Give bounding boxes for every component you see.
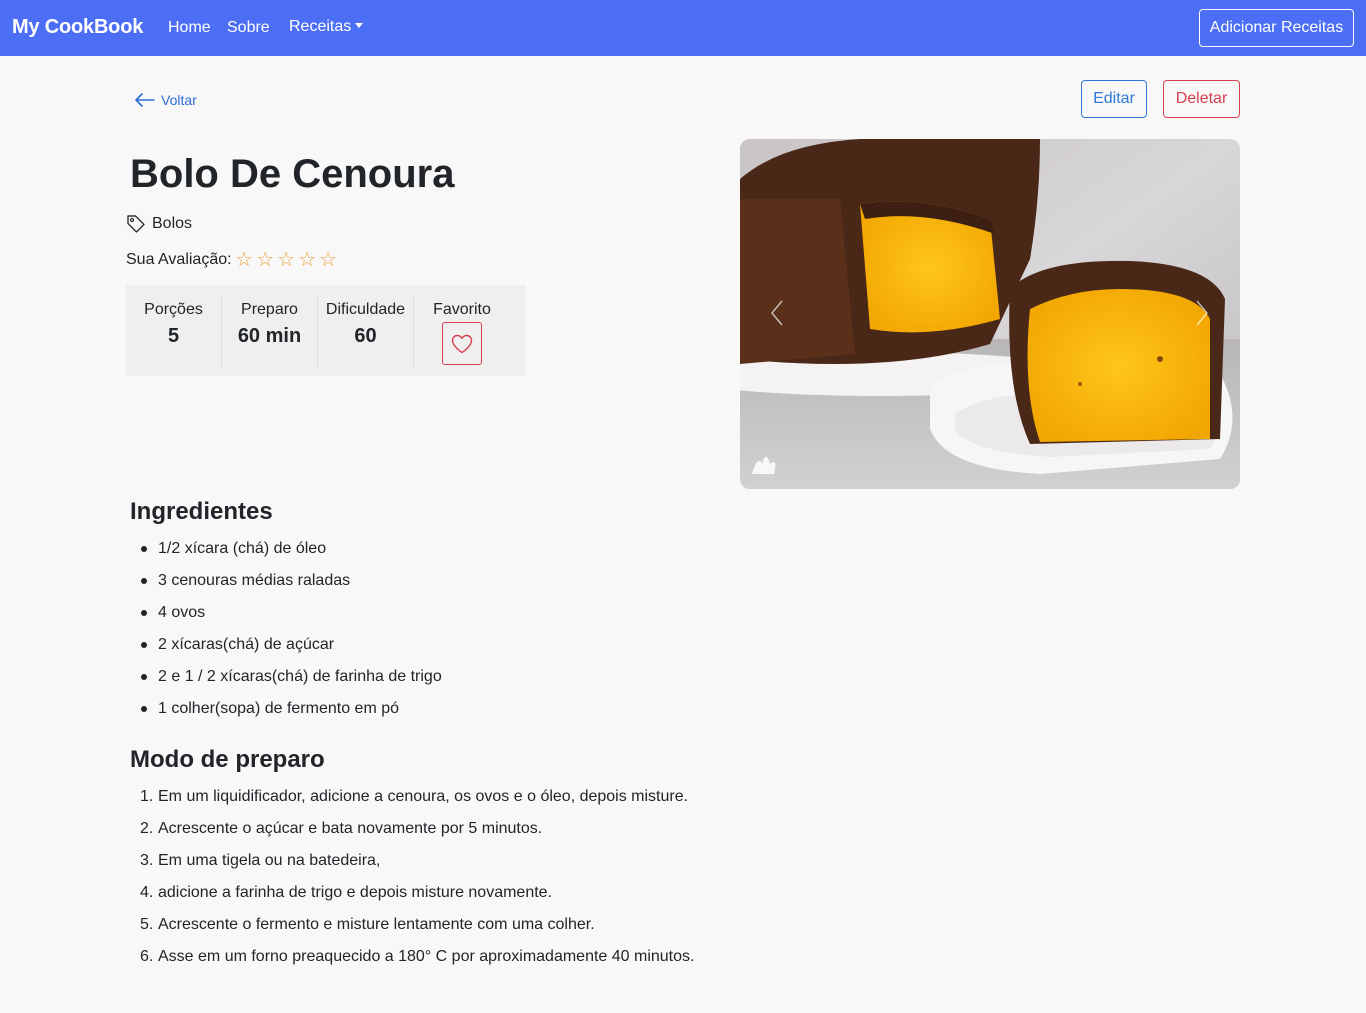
- stat-prep-time: Preparo 60 min: [222, 293, 318, 368]
- step-number: 3.: [140, 852, 154, 869]
- chevron-left-icon[interactable]: [770, 299, 784, 327]
- stat-favorite: Favorito: [414, 293, 510, 368]
- list-item: 4. adicione a farinha de trigo e depois m…: [140, 884, 694, 916]
- step-text: Acrescente o açúcar e bata novamente por…: [158, 820, 543, 837]
- step-number: 1.: [140, 788, 154, 805]
- nav-receitas-label: Receitas: [289, 18, 352, 35]
- stat-label: Favorito: [433, 301, 491, 318]
- favorite-button[interactable]: [442, 322, 482, 365]
- list-item: 6. Asse em um forno preaquecido a 180° C …: [140, 948, 694, 980]
- star-icon[interactable]: ☆: [297, 250, 318, 270]
- arrow-left-icon: [135, 93, 155, 107]
- list-item: 1/2 xícara (chá) de óleo: [141, 540, 442, 572]
- list-item: 1 colher(sopa) de fermento em pó: [141, 700, 442, 732]
- caret-down-icon: [355, 23, 364, 28]
- navbar: My CookBook Home Sobre Receitas Adiciona…: [0, 0, 1366, 56]
- list-item: 1. Em um liquidificador, adicione a cenou…: [140, 788, 694, 820]
- step-number: 2.: [140, 820, 154, 837]
- list-item: 4 ovos: [141, 604, 442, 636]
- list-item: 5. Acrescente o fermento e misture lentam…: [140, 916, 694, 948]
- stat-value: 60: [354, 325, 377, 347]
- list-item: 2. Acrescente o açúcar e bata novamente p…: [140, 820, 694, 852]
- category-label: Bolos: [152, 215, 193, 232]
- list-item: 2 xícaras(chá) de açúcar: [141, 636, 442, 668]
- stat-label: Porções: [144, 301, 203, 318]
- stat-label: Preparo: [241, 301, 298, 318]
- stat-difficulty: Dificuldade 60: [318, 293, 414, 368]
- recipe-title: Bolo De Cenoura: [130, 152, 455, 196]
- delete-button[interactable]: Deletar: [1163, 80, 1240, 118]
- star-icon[interactable]: ☆: [255, 250, 276, 270]
- step-text: Em um liquidificador, adicione a cenoura…: [158, 788, 689, 805]
- chevron-right-icon[interactable]: [1195, 299, 1209, 327]
- list-item: 2 e 1 / 2 xícaras(chá) de farinha de tri…: [141, 668, 442, 700]
- step-text: Acrescente o fermento e misture lentamen…: [158, 916, 595, 933]
- nav-home-link[interactable]: Home: [168, 19, 211, 37]
- preparation-heading: Modo de preparo: [130, 746, 325, 773]
- user-rating: Sua Avaliação: ☆ ☆ ☆ ☆ ☆: [126, 250, 339, 270]
- step-number: 5.: [140, 916, 154, 933]
- rating-stars: ☆ ☆ ☆ ☆ ☆: [234, 250, 339, 270]
- star-icon[interactable]: ☆: [318, 250, 339, 270]
- recipe-photo: [740, 139, 1240, 489]
- brand-logo[interactable]: My CookBook: [12, 16, 143, 39]
- step-number: 6.: [140, 948, 154, 965]
- back-label: Voltar: [161, 92, 197, 108]
- recipe-image-carousel: [740, 139, 1240, 489]
- edit-button[interactable]: Editar: [1081, 80, 1147, 118]
- list-item: 3 cenouras médias raladas: [141, 572, 442, 604]
- stat-value: 5: [167, 325, 180, 347]
- step-text: Asse em um forno preaquecido a 180° C po…: [158, 948, 695, 965]
- ingredients-list: 1/2 xícara (chá) de óleo 3 cenouras médi…: [141, 540, 442, 732]
- stat-value: 60 min: [237, 325, 302, 347]
- step-number: 4.: [140, 884, 154, 901]
- stat-portions: Porções 5: [126, 293, 222, 368]
- star-icon[interactable]: ☆: [234, 250, 255, 270]
- recipe-stats: Porções 5 Preparo 60 min Dificuldade 60 …: [126, 285, 526, 376]
- back-link[interactable]: Voltar: [135, 92, 197, 108]
- nav-receitas-dropdown[interactable]: Receitas: [289, 18, 364, 36]
- list-item: 3. Em uma tigela ou na batedeira,: [140, 852, 694, 884]
- rating-label: Sua Avaliação:: [126, 251, 232, 268]
- heart-icon: [451, 334, 473, 353]
- stat-label: Dificuldade: [325, 301, 406, 318]
- step-text: Em uma tigela ou na batedeira,: [158, 852, 381, 869]
- nav-sobre-link[interactable]: Sobre: [227, 19, 270, 37]
- tag-icon: [127, 215, 145, 233]
- ingredients-heading: Ingredientes: [130, 498, 273, 525]
- star-icon[interactable]: ☆: [276, 250, 297, 270]
- preparation-steps-list: 1. Em um liquidificador, adicione a cenou…: [140, 788, 694, 980]
- recipe-category: Bolos: [126, 214, 192, 234]
- add-recipe-button[interactable]: Adicionar Receitas: [1199, 9, 1354, 47]
- step-text: adicione a farinha de trigo e depois mis…: [158, 884, 553, 901]
